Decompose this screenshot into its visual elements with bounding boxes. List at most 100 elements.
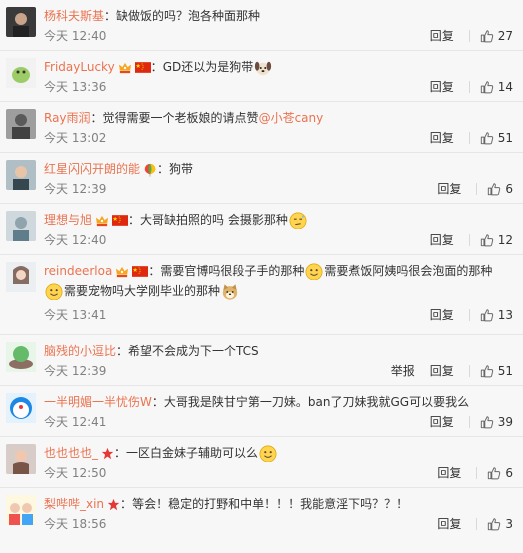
divider [468,132,470,144]
like-count: 6 [505,182,513,196]
separator: ： [148,264,161,278]
comment-item: reindeerloa ：需要官博吗很段子手的那种 需要煮饭阿姨吗很会泡面的那种 需… [0,255,523,335]
smile-face-icon [259,445,277,463]
like-button[interactable]: 14 [480,79,513,95]
comment-text: 等会！稳定的打野和中单！！！我能意淫下吗？？！ [132,497,409,511]
red-star-icon [101,447,114,460]
separator: ： [157,162,170,176]
username-link[interactable]: 脑残的小逗比 [44,344,116,358]
comment-text: 觉得需要一个老板娘的请点赞 [102,111,259,125]
comment-time: 今天 12:41 [44,415,107,429]
separator: ： [90,111,103,125]
comment-time: 今天 13:02 [44,131,107,145]
like-count: 14 [497,80,513,94]
avatar[interactable] [6,211,36,241]
like-count: 12 [497,233,513,247]
comment-text: GD还以为是狗带 [162,60,254,74]
reply-button[interactable]: 回复 [437,465,461,481]
report-button[interactable]: 举报 [391,363,415,379]
reply-button[interactable]: 回复 [430,79,454,95]
smile-face-icon [305,263,323,281]
avatar[interactable] [6,444,36,474]
separator: ： [120,497,133,511]
vip-icon [95,215,109,227]
reply-button[interactable]: 回复 [430,130,454,146]
reply-button[interactable]: 回复 [430,414,454,430]
comment-text: 希望不会成为下一个TCS [128,344,259,358]
mention-link[interactable]: @小苍cany [259,111,324,125]
like-button[interactable]: 51 [480,130,513,146]
comment-text: 缺做饭的吗？泡各种面那种 [116,9,261,23]
separator: ： [150,60,163,74]
like-button[interactable]: 39 [480,414,513,430]
thumbs-up-icon [480,308,494,322]
divider [476,183,478,195]
thumbs-up-icon [487,517,501,531]
smile-face-icon [45,283,63,301]
comment-item: Ray雨润：觉得需要一个老板娘的请点赞@小苍cany 今天 13:02 回复 5… [0,102,523,153]
comment-text-2: 需要煮饭阿姨吗很会泡面的那种 [324,264,493,278]
avatar[interactable] [6,109,36,139]
avatar[interactable] [6,262,36,292]
like-button[interactable]: 12 [480,232,513,248]
like-count: 51 [497,364,513,378]
like-button[interactable]: 13 [480,307,513,323]
thumbs-up-icon [480,233,494,247]
like-button[interactable]: 3 [487,516,513,532]
separator: ： [151,395,164,409]
comment-text: 一区白金妹子辅助可以么 [126,446,259,460]
like-count: 39 [497,415,513,429]
username-link[interactable]: reindeerloa [44,264,112,278]
avatar[interactable] [6,495,36,525]
dog-emoji-icon [254,59,272,77]
username-link[interactable]: 红星闪闪开朗的能 [44,162,140,176]
reply-button[interactable]: 回复 [437,181,461,197]
comment-text: 需要官博吗很段子手的那种 [160,264,305,278]
avatar[interactable] [6,7,36,37]
divider [476,467,478,479]
comment-text: 大哥我是陕甘宁第一刀妹。ban了刀妹我就GG可以要我么 [163,395,470,409]
reply-button[interactable]: 回复 [430,363,454,379]
comment-time: 今天 12:40 [44,29,107,43]
divider [468,81,470,93]
avatar[interactable] [6,393,36,423]
like-button[interactable]: 27 [480,28,513,44]
reply-button[interactable]: 回复 [430,307,454,323]
comment-item: 一半明媚一半忧伤W：大哥我是陕甘宁第一刀妹。ban了刀妹我就GG可以要我么 今天… [0,386,523,437]
avatar[interactable] [6,342,36,372]
like-count: 51 [497,131,513,145]
comment-item: 也也也也_ ：一区白金妹子辅助可以么 今天 12:50 回复 6 [0,437,523,488]
vip-icon [115,266,129,278]
username-link[interactable]: 理想与旭 [44,213,92,227]
username-link[interactable]: 也也也也_ [44,446,98,460]
username-link[interactable]: Ray雨润 [44,111,91,125]
separator: ： [114,446,127,460]
username-link[interactable]: 梨哔哔_xin [44,497,104,511]
comment-text: 大哥缺拍照的吗 会摄影那种 [140,213,288,227]
comment-time: 今天 13:36 [44,80,107,94]
doge-emoji-icon [221,283,239,301]
username-link[interactable]: FridayLucky [44,60,115,74]
like-button[interactable]: 6 [487,465,513,481]
thumbs-up-icon [480,131,494,145]
username-link[interactable]: 一半明媚一半忧伤W [44,395,152,409]
thumbs-up-icon [480,29,494,43]
like-button[interactable]: 6 [487,181,513,197]
avatar[interactable] [6,160,36,190]
thumbs-up-icon [487,466,501,480]
like-count: 6 [505,466,513,480]
avatar[interactable] [6,58,36,88]
china-flag-icon [132,266,148,277]
reply-button[interactable]: 回复 [437,516,461,532]
comment-time: 今天 18:56 [44,517,107,531]
separator: ： [128,213,141,227]
comment-list: 杨科夫斯基 ： 缺做饭的吗？泡各种面那种 今天 12:40 回复 27 Friday… [0,0,523,553]
thumbs-up-icon [480,80,494,94]
reply-button[interactable]: 回复 [430,232,454,248]
comment-text: 狗带 [169,162,194,176]
china-flag-icon [135,62,151,73]
divider [468,365,470,377]
like-button[interactable]: 51 [480,363,513,379]
reply-button[interactable]: 回复 [430,28,454,44]
username-link[interactable]: 杨科夫斯基 [44,9,104,23]
